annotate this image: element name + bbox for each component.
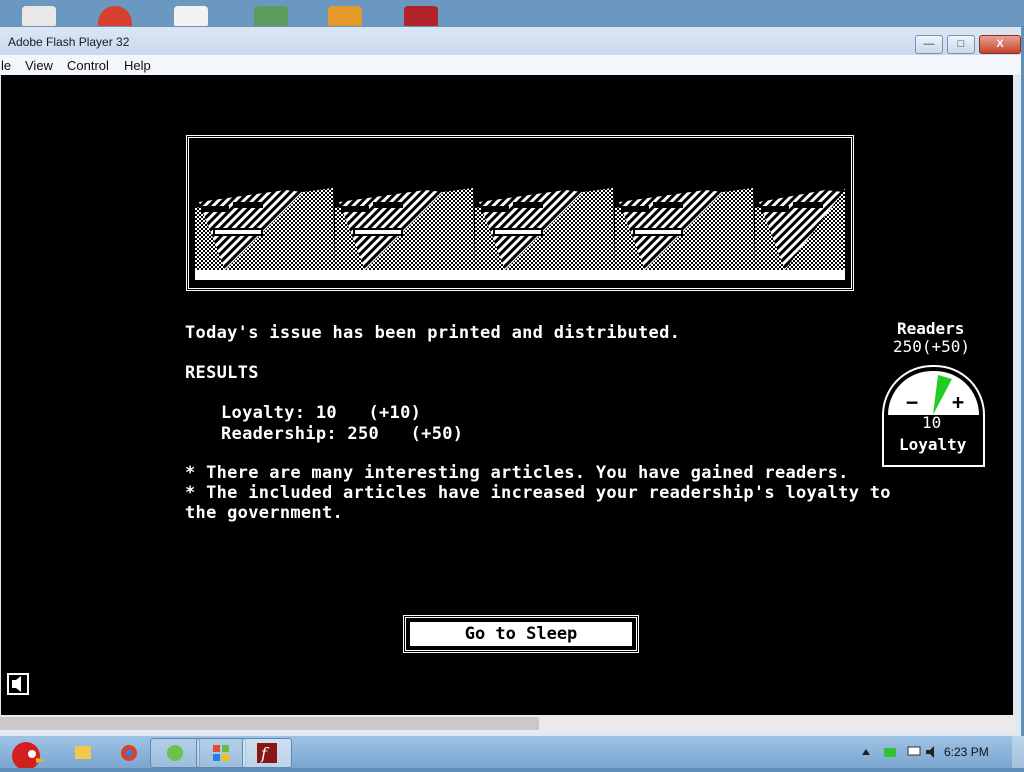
game-stage[interactable]: Today's issue has been printed and distr… (1, 75, 1013, 715)
go-to-sleep-button[interactable]: Go to Sleep (403, 615, 639, 653)
menu-help[interactable]: Help (124, 58, 151, 73)
title-bar[interactable]: Adobe Flash Player 32 — □ X (0, 27, 1021, 55)
gauge-value: 10 (922, 413, 942, 432)
game-task-button[interactable] (150, 738, 200, 768)
horizontal-scrollbar[interactable] (0, 715, 1017, 733)
readers-value: 250(+50) (893, 337, 971, 356)
maximize-button[interactable]: □ (947, 35, 975, 54)
menu-control[interactable]: Control (67, 58, 109, 73)
windows-task-button[interactable] (196, 738, 246, 768)
minimize-button[interactable]: — (915, 35, 943, 54)
desktop-icon[interactable] (174, 6, 208, 28)
display-icon[interactable] (906, 744, 922, 760)
desktop-icon[interactable] (404, 6, 438, 28)
taskbar-clock[interactable]: 6:23 PM (944, 745, 989, 759)
result-note-loyalty: * The included articles have increased y… (185, 483, 891, 503)
loyalty-result: Loyalty: 10 (+10) (221, 403, 422, 423)
menu-bar: le View Control Help (0, 55, 1021, 76)
chrome-icon (121, 745, 137, 761)
result-note-readers: * There are many interesting articles. Y… (185, 463, 849, 483)
volume-icon[interactable] (924, 744, 940, 760)
gauge-needle-icon: − + (906, 375, 964, 415)
explorer-task-button[interactable] (58, 738, 108, 768)
printing-press-banner (186, 135, 854, 291)
chrome-icon[interactable] (98, 6, 132, 28)
taskbar: f 6:23 PM (0, 736, 1024, 768)
window-title: Adobe Flash Player 32 (8, 35, 130, 49)
angry-bird-start-icon[interactable] (2, 736, 50, 768)
network-icon[interactable] (882, 744, 898, 760)
readership-result: Readership: 250 (+50) (221, 424, 464, 444)
gauge-minus: − (906, 390, 918, 414)
show-desktop-button[interactable] (1012, 736, 1024, 768)
folder-icon (75, 746, 91, 759)
show-hidden-icons-icon[interactable] (860, 746, 872, 758)
gauge-needle (933, 375, 952, 415)
gauge-plus: + (952, 390, 964, 414)
chrome-task-button[interactable] (104, 738, 154, 768)
flash-icon: f (257, 743, 277, 763)
close-button[interactable]: X (979, 35, 1021, 54)
readers-title: Readers (897, 319, 965, 338)
go-to-sleep-label: Go to Sleep (410, 622, 632, 646)
flash-player-task-button[interactable]: f (242, 738, 292, 768)
newspaper-stacks-icon (195, 188, 845, 280)
gauge-label: Loyalty (899, 435, 967, 454)
flash-player-window: Adobe Flash Player 32 — □ X le View Cont… (0, 26, 1022, 738)
menu-file[interactable]: le (1, 58, 11, 73)
loyalty-gauge: − + 10 Loyalty (882, 365, 985, 467)
gauge-dial: − + (888, 371, 979, 415)
windows-logo-icon (213, 745, 229, 761)
issue-printed-message: Today's issue has been printed and distr… (185, 323, 681, 343)
green-pig-icon (167, 745, 183, 761)
desktop-icon[interactable] (22, 6, 56, 28)
menu-view[interactable]: View (25, 58, 53, 73)
scrollbar-thumb[interactable] (0, 717, 539, 730)
results-heading: RESULTS (185, 363, 259, 383)
desktop-icons-strip (0, 0, 1024, 28)
shield-icon[interactable] (254, 6, 288, 28)
speaker-icon[interactable] (7, 673, 29, 695)
result-note-loyalty-cont: the government. (185, 503, 344, 523)
game-icon[interactable] (328, 6, 362, 28)
